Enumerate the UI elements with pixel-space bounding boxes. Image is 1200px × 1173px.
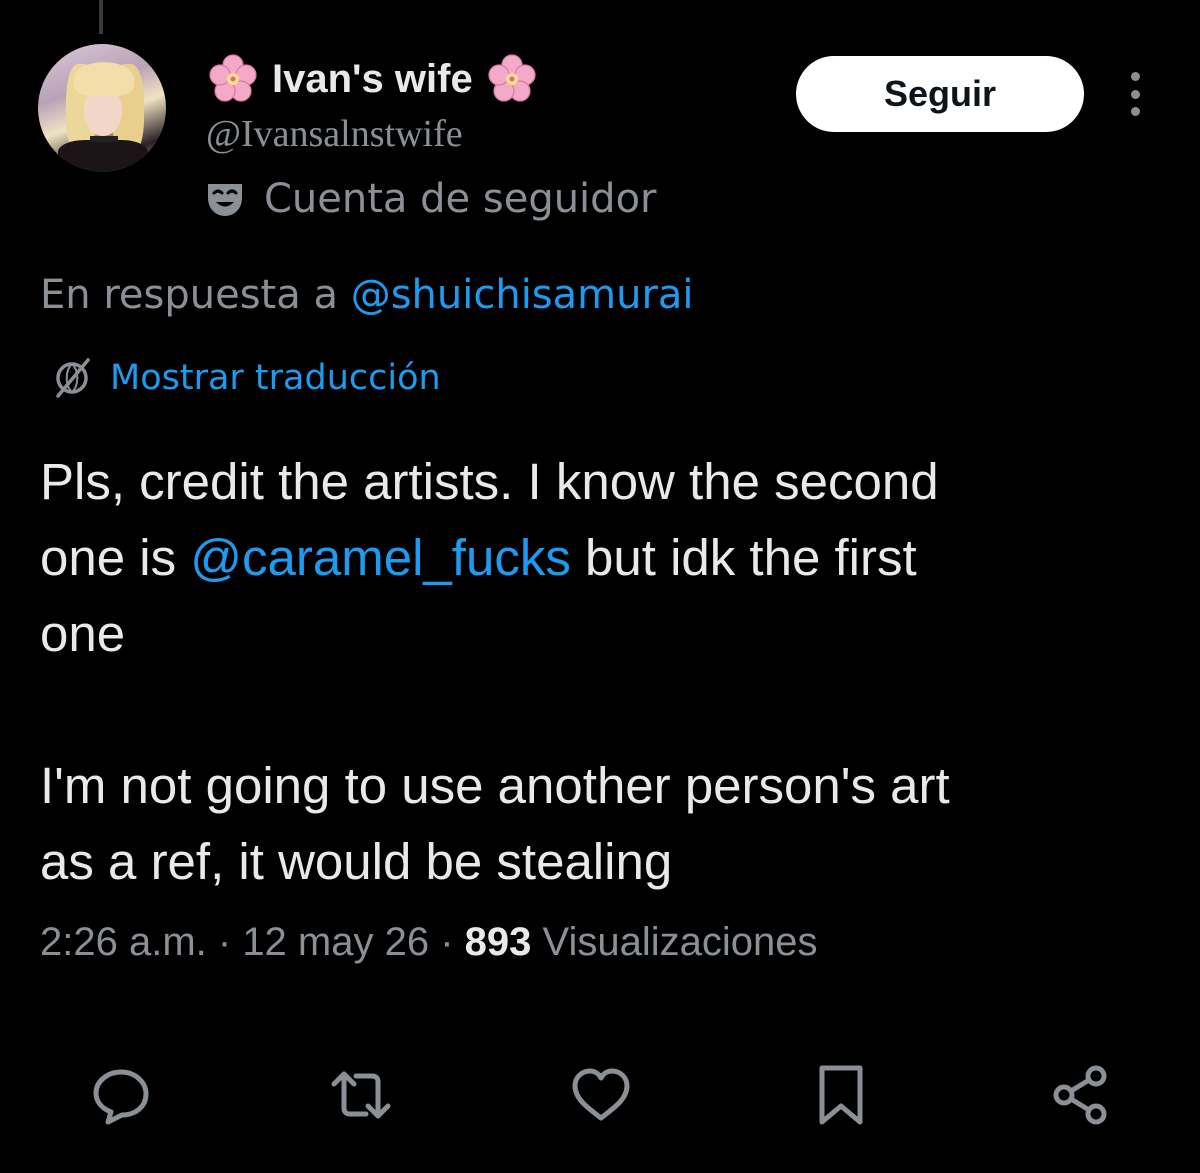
tweet-line: one is @caramel_fucks but idk the first	[40, 520, 1170, 596]
share-icon[interactable]	[1046, 1060, 1116, 1130]
tweet-meta: 2:26 a.m. · 12 may 26 · 893 Visualizacio…	[40, 920, 817, 965]
like-icon[interactable]	[566, 1060, 636, 1130]
follower-account-badge[interactable]: Cuenta de seguidor	[204, 176, 656, 222]
tweet-text-fragment: one is	[40, 529, 191, 586]
retweet-icon[interactable]	[326, 1060, 396, 1130]
display-name[interactable]: Ivan's wife	[272, 57, 473, 102]
tweet-text-fragment: but idk the first	[570, 529, 917, 586]
more-dot	[1130, 89, 1140, 99]
more-dot	[1130, 72, 1140, 81]
views-count[interactable]: 893	[465, 920, 532, 964]
cherry-blossom-icon	[206, 52, 260, 106]
reply-icon[interactable]	[86, 1060, 156, 1130]
tweet-line: Pls, credit the artists. I know the seco…	[40, 453, 939, 510]
bookmark-icon[interactable]	[806, 1060, 876, 1130]
tweet-date[interactable]: 12 may 26	[242, 920, 429, 964]
tweet-mention-link[interactable]: @caramel_fucks	[190, 529, 571, 586]
display-name-row[interactable]: Ivan's wife	[206, 52, 539, 106]
tweet-body: Pls, credit the artists. I know the seco…	[40, 444, 1170, 900]
mask-icon	[204, 178, 246, 220]
avatar[interactable]	[38, 44, 166, 172]
avatar-outfit	[58, 140, 148, 172]
meta-separator: ·	[206, 920, 243, 964]
reply-prefix: En respuesta a	[40, 272, 351, 318]
tweet-line: one	[40, 605, 126, 662]
tweet-time[interactable]: 2:26 a.m.	[40, 920, 207, 964]
follow-button[interactable]: Seguir	[796, 56, 1084, 132]
tweet-line: as a ref, it would be stealing	[40, 833, 673, 890]
thread-line	[99, 0, 103, 34]
more-vertical-icon[interactable]	[1122, 72, 1148, 116]
meta-separator: ·	[429, 920, 465, 964]
more-dot	[1130, 107, 1140, 116]
cherry-blossom-icon	[485, 52, 539, 106]
avatar-choker	[90, 136, 118, 142]
badge-label: Cuenta de seguidor	[264, 176, 657, 222]
show-translation-label[interactable]: Mostrar traducción	[110, 358, 441, 398]
reply-context: En respuesta a @shuichisamurai	[40, 272, 694, 318]
globe-icon	[50, 356, 94, 400]
reply-mention-link[interactable]: @shuichisamurai	[351, 272, 694, 318]
show-translation-button[interactable]: Mostrar traducción	[50, 356, 441, 400]
avatar-bangs	[74, 62, 134, 96]
action-bar	[0, 1060, 1200, 1130]
tweet-line: I'm not going to use another person's ar…	[40, 757, 950, 814]
views-label[interactable]: Visualizaciones	[531, 920, 818, 964]
user-handle[interactable]: @Ivansalnstwife	[206, 112, 463, 156]
